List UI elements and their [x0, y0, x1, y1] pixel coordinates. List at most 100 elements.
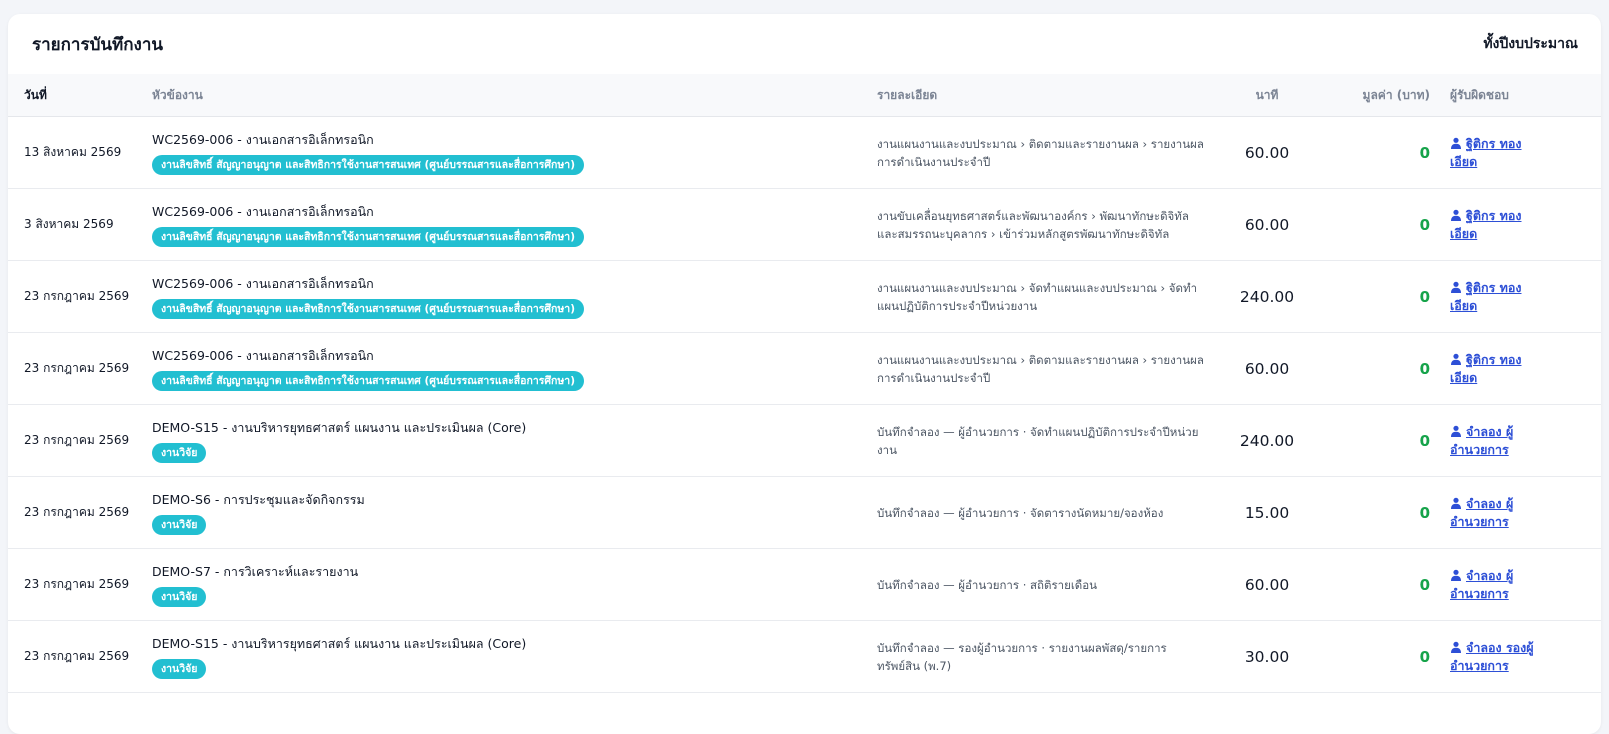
row-minutes: 60.00 [1222, 548, 1312, 621]
user-icon [1451, 497, 1461, 509]
row-value: 0 [1312, 404, 1450, 477]
row-topic: WC2569-006 - งานเอกสารอิเล็กทรอนิก งานลิ… [152, 116, 877, 189]
category-tag: งานวิจัย [152, 443, 207, 463]
row-topic-title: DEMO-S6 - การประชุมและจัดกิจกรรม [152, 492, 365, 507]
row-topic: WC2569-006 - งานเอกสารอิเล็กทรอนิก งานลิ… [152, 188, 877, 261]
row-detail: งานขับเคลื่อนยุทธศาสตร์และพัฒนาองค์กร › … [877, 188, 1222, 261]
row-topic: DEMO-S15 - งานบริหารยุทธศาสตร์ แผนงาน แล… [152, 620, 877, 693]
table-row[interactable]: 23 กรกฎาคม 2569 DEMO-S15 - งานบริหารยุทธ… [8, 620, 1601, 693]
table-row[interactable]: 3 สิงหาคม 2569 WC2569-006 - งานเอกสารอิเ… [8, 188, 1601, 261]
row-detail: บันทึกจำลอง — ผู้อำนวยการ · จัดตารางนัดห… [877, 476, 1222, 549]
row-topic-title: WC2569-006 - งานเอกสารอิเล็กทรอนิก [152, 132, 374, 147]
owner-name: จำลอง รองผู้อำนวยการ [1450, 639, 1534, 673]
category-tag: งานลิขสิทธิ์ สัญญาอนุญาต และสิทธิการใช้ง… [152, 299, 585, 319]
row-value: 0 [1312, 548, 1450, 621]
row-detail: บันทึกจำลอง — ผู้อำนวยการ · สถิติรายเดือ… [877, 548, 1222, 621]
row-topic-title: DEMO-S15 - งานบริหารยุทธศาสตร์ แผนงาน แล… [152, 420, 527, 435]
row-date: 23 กรกฎาคม 2569 [8, 548, 152, 621]
owner-link[interactable]: ฐิติกร ทองเอียด [1450, 207, 1546, 243]
row-minutes: 240.00 [1222, 404, 1312, 477]
table-row[interactable]: 23 กรกฎาคม 2569 WC2569-006 - งานเอกสารอิ… [8, 260, 1601, 333]
category-tag: งานลิขสิทธิ์ สัญญาอนุญาต และสิทธิการใช้ง… [152, 371, 585, 391]
row-owner: ฐิติกร ทองเอียด [1450, 260, 1601, 333]
row-value: 0 [1312, 332, 1450, 405]
column-header-value[interactable]: มูลค่า (บาท) [1312, 74, 1450, 117]
row-value: 0 [1312, 620, 1450, 693]
category-tag: งานวิจัย [152, 515, 207, 535]
row-topic-title: WC2569-006 - งานเอกสารอิเล็กทรอนิก [152, 348, 374, 363]
owner-link[interactable]: ฐิติกร ทองเอียด [1450, 135, 1546, 171]
row-minutes: 15.00 [1222, 476, 1312, 549]
row-topic: DEMO-S6 - การประชุมและจัดกิจกรรม งานวิจั… [152, 476, 877, 549]
row-owner: จำลอง ผู้อำนวยการ [1450, 404, 1601, 477]
row-owner: ฐิติกร ทองเอียด [1450, 116, 1601, 189]
row-detail: บันทึกจำลอง — รองผู้อำนวยการ · รายงานผลพ… [877, 620, 1222, 693]
row-owner: จำลอง ผู้อำนวยการ [1450, 476, 1601, 549]
row-value: 0 [1312, 116, 1450, 189]
user-icon [1451, 569, 1461, 581]
row-topic-title: DEMO-S15 - งานบริหารยุทธศาสตร์ แผนงาน แล… [152, 636, 527, 651]
row-value: 0 [1312, 188, 1450, 261]
row-owner: ฐิติกร ทองเอียด [1450, 332, 1601, 405]
owner-link[interactable]: จำลอง รองผู้อำนวยการ [1450, 639, 1546, 675]
row-date: 3 สิงหาคม 2569 [8, 188, 152, 261]
row-value: 0 [1312, 476, 1450, 549]
work-log-card: รายการบันทึกงาน ทั้งปีงบประมาณ วันที่ หั… [8, 14, 1601, 734]
row-detail: บันทึกจำลอง — ผู้อำนวยการ · จัดทำแผนปฏิบ… [877, 404, 1222, 477]
row-detail: งานแผนงานและงบประมาณ › จัดทำแผนและงบประม… [877, 260, 1222, 333]
owner-link[interactable]: จำลอง ผู้อำนวยการ [1450, 423, 1546, 459]
row-topic: WC2569-006 - งานเอกสารอิเล็กทรอนิก งานลิ… [152, 260, 877, 333]
row-topic: DEMO-S7 - การวิเคราะห์และรายงาน งานวิจัย [152, 548, 877, 621]
row-date: 23 กรกฎาคม 2569 [8, 332, 152, 405]
table-header-row: วันที่ หัวข้องาน รายละเอียด นาที มูลค่า … [8, 74, 1601, 117]
column-header-date[interactable]: วันที่ [8, 74, 152, 117]
column-header-topic[interactable]: หัวข้องาน [152, 74, 877, 117]
row-minutes: 240.00 [1222, 260, 1312, 333]
owner-link[interactable]: ฐิติกร ทองเอียด [1450, 279, 1546, 315]
user-icon [1451, 641, 1461, 653]
row-detail: งานแผนงานและงบประมาณ › ติดตามและรายงานผล… [877, 332, 1222, 405]
user-icon [1451, 209, 1461, 221]
category-tag: งานลิขสิทธิ์ สัญญาอนุญาต และสิทธิการใช้ง… [152, 155, 585, 175]
row-topic-title: DEMO-S7 - การวิเคราะห์และรายงาน [152, 564, 359, 579]
column-header-owner[interactable]: ผู้รับผิดชอบ [1450, 74, 1601, 117]
row-topic-title: WC2569-006 - งานเอกสารอิเล็กทรอนิก [152, 204, 374, 219]
row-minutes: 30.00 [1222, 620, 1312, 693]
row-minutes: 60.00 [1222, 332, 1312, 405]
row-date: 23 กรกฎาคม 2569 [8, 404, 152, 477]
column-header-detail[interactable]: รายละเอียด [877, 74, 1222, 117]
row-owner: จำลอง ผู้อำนวยการ [1450, 548, 1601, 621]
row-topic: WC2569-006 - งานเอกสารอิเล็กทรอนิก งานลิ… [152, 332, 877, 405]
owner-link[interactable]: ฐิติกร ทองเอียด [1450, 351, 1546, 387]
row-owner: จำลอง รองผู้อำนวยการ [1450, 620, 1601, 693]
table-row[interactable]: 23 กรกฎาคม 2569 DEMO-S15 - งานบริหารยุทธ… [8, 404, 1601, 477]
category-tag: งานวิจัย [152, 659, 207, 679]
page-title: รายการบันทึกงาน [32, 34, 163, 55]
card-header: รายการบันทึกงาน ทั้งปีงบประมาณ [8, 14, 1601, 74]
row-minutes: 60.00 [1222, 188, 1312, 261]
row-date: 23 กรกฎาคม 2569 [8, 476, 152, 549]
table-row[interactable]: 23 กรกฎาคม 2569 DEMO-S6 - การประชุมและจั… [8, 476, 1601, 549]
table-row[interactable]: 23 กรกฎาคม 2569 WC2569-006 - งานเอกสารอิ… [8, 332, 1601, 405]
row-date: 23 กรกฎาคม 2569 [8, 620, 152, 693]
row-topic-title: WC2569-006 - งานเอกสารอิเล็กทรอนิก [152, 276, 374, 291]
row-date: 23 กรกฎาคม 2569 [8, 260, 152, 333]
row-owner: ฐิติกร ทองเอียด [1450, 188, 1601, 261]
row-date: 13 สิงหาคม 2569 [8, 116, 152, 189]
user-icon [1451, 137, 1461, 149]
row-detail: งานแผนงานและงบประมาณ › ติดตามและรายงานผล… [877, 116, 1222, 189]
owner-link[interactable]: จำลอง ผู้อำนวยการ [1450, 495, 1546, 531]
row-minutes: 60.00 [1222, 116, 1312, 189]
owner-link[interactable]: จำลอง ผู้อำนวยการ [1450, 567, 1546, 603]
column-header-minutes[interactable]: นาที [1222, 74, 1312, 117]
row-topic: DEMO-S15 - งานบริหารยุทธศาสตร์ แผนงาน แล… [152, 404, 877, 477]
category-tag: งานลิขสิทธิ์ สัญญาอนุญาต และสิทธิการใช้ง… [152, 227, 585, 247]
work-log-table: วันที่ หัวข้องาน รายละเอียด นาที มูลค่า … [8, 74, 1601, 693]
table-row[interactable]: 13 สิงหาคม 2569 WC2569-006 - งานเอกสารอิ… [8, 116, 1601, 189]
period-filter[interactable]: ทั้งปีงบประมาณ [1483, 33, 1578, 55]
table-row[interactable]: 23 กรกฎาคม 2569 DEMO-S7 - การวิเคราะห์แล… [8, 548, 1601, 621]
user-icon [1451, 425, 1461, 437]
user-icon [1451, 353, 1461, 365]
category-tag: งานวิจัย [152, 587, 207, 607]
user-icon [1451, 281, 1461, 293]
